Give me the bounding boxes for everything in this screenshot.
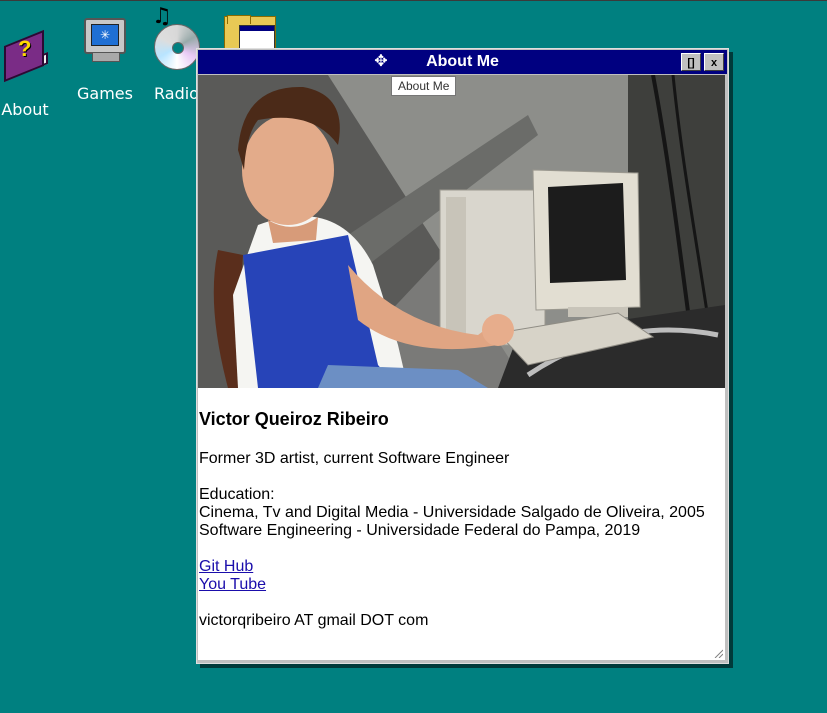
education-item: Cinema, Tv and Digital Media - Universid… xyxy=(199,504,705,521)
desktop-icon-label: Games xyxy=(77,84,133,103)
desktop-icon-about[interactable]: ? About xyxy=(0,29,60,119)
desktop-icon-label: About xyxy=(1,100,49,119)
profile-info: Victor Queiroz Ribeiro Former 3D artist,… xyxy=(199,409,719,648)
education-heading: Education: xyxy=(199,486,275,503)
profile-tagline: Former 3D artist, current Software Engin… xyxy=(199,450,510,467)
education-item: Software Engineering - Universidade Fede… xyxy=(199,522,641,539)
move-cursor-icon: ✥ xyxy=(374,53,388,70)
monitor-icon: ✳ xyxy=(78,16,132,70)
window-content: Victor Queiroz Ribeiro Former 3D artist,… xyxy=(198,75,725,660)
contact-email: victorqribeiro AT gmail DOT com xyxy=(199,612,429,629)
desktop-icon-games[interactable]: ✳ Games xyxy=(70,16,140,103)
profile-photo xyxy=(198,75,725,388)
window-title: About Me xyxy=(426,53,499,70)
help-book-icon: ? xyxy=(0,29,52,84)
youtube-link[interactable]: You Tube xyxy=(199,576,266,593)
title-bar[interactable]: About Me ✥ [] x xyxy=(198,50,727,74)
tooltip: About Me xyxy=(391,76,457,96)
maximize-button[interactable]: [] xyxy=(681,53,701,71)
github-link[interactable]: Git Hub xyxy=(199,558,253,575)
about-me-window[interactable]: About Me ✥ [] x About Me Victor Queiroz … xyxy=(196,48,729,664)
screen-top-edge xyxy=(0,0,827,1)
resize-grip-icon[interactable] xyxy=(713,648,723,658)
profile-name: Victor Queiroz Ribeiro xyxy=(199,409,389,429)
close-button[interactable]: x xyxy=(704,53,724,71)
